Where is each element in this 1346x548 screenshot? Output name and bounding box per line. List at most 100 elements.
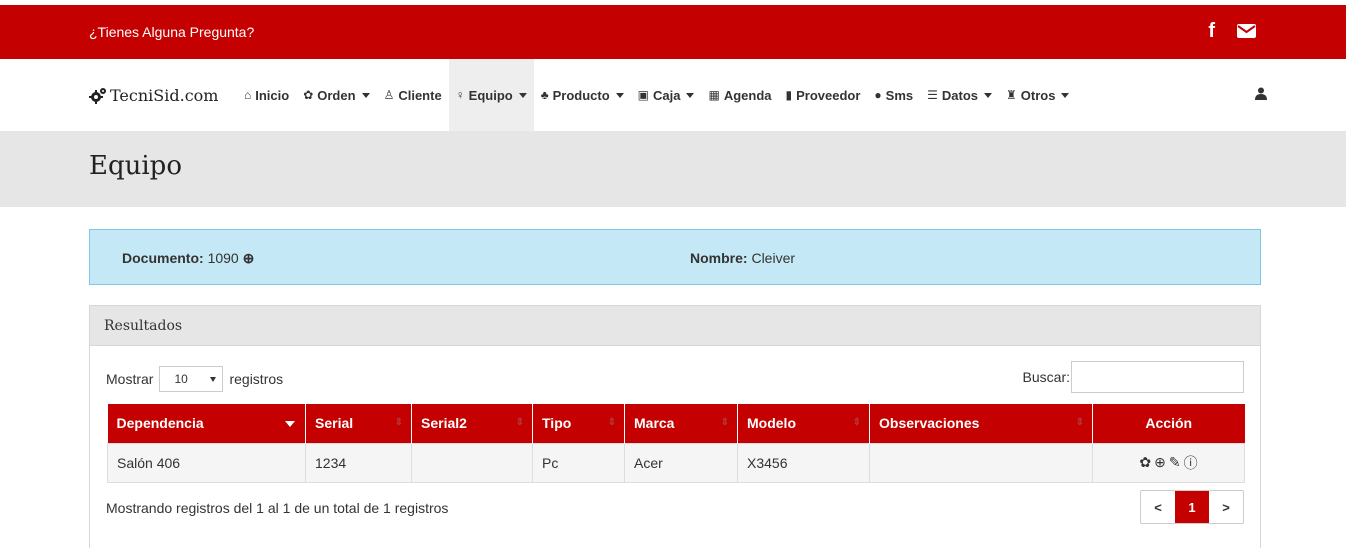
gear-icon[interactable]: ✿ — [1139, 454, 1151, 471]
nav-label: Proveedor — [796, 87, 861, 103]
col-header-observaciones[interactable]: Observaciones ⇕ — [869, 404, 1093, 443]
page-title: Equipo — [89, 151, 182, 181]
col-header-serial2[interactable]: Serial2 ⇕ — [411, 404, 533, 443]
page-size-value: 10 — [174, 372, 188, 386]
user-icon[interactable] — [1255, 87, 1267, 103]
col-header-modelo[interactable]: Modelo ⇕ — [737, 404, 870, 443]
documento-label: Documento: — [122, 250, 204, 266]
nav-item-orden[interactable]: ✿ Orden — [296, 59, 376, 131]
col-header-dependencia[interactable]: Dependencia — [107, 404, 306, 443]
nav-label: Producto — [552, 87, 610, 103]
home-icon: ⌂ — [244, 88, 252, 102]
cell-modelo: X3456 — [737, 442, 870, 483]
nav-label: Cliente — [398, 87, 442, 103]
facebook-icon[interactable]: f — [1208, 21, 1215, 41]
question-text: ¿Tienes Alguna Pregunta? — [89, 24, 255, 40]
col-header-tipo[interactable]: Tipo ⇕ — [532, 404, 625, 443]
chat-icon: ● — [874, 88, 882, 102]
sort-desc-icon — [285, 421, 295, 427]
search-input[interactable] — [1071, 361, 1244, 393]
nav-label: Inicio — [255, 87, 290, 103]
records-info: Mostrando registros del 1 al 1 de un tot… — [106, 500, 449, 516]
col-header-serial[interactable]: Serial ⇕ — [305, 404, 412, 443]
caret-down-icon — [518, 92, 527, 98]
nav-label: Agenda — [723, 87, 772, 103]
nombre-label: Nombre: — [690, 250, 748, 266]
mail-icon[interactable] — [1237, 24, 1256, 38]
page-1-button[interactable]: 1 — [1175, 491, 1209, 523]
sort-icon: ⇕ — [394, 417, 403, 428]
nav-item-proveedor[interactable]: ▮ Proveedor — [778, 59, 867, 131]
sort-icon: ⇕ — [852, 417, 861, 428]
documento-value: 1090 — [207, 250, 239, 266]
gear-icon: ✿ — [303, 88, 314, 102]
list-icon: ☰ — [927, 88, 938, 102]
top-bar: ¿Tienes Alguna Pregunta? f — [0, 5, 1346, 59]
nav-item-caja[interactable]: ▣ Caja — [631, 59, 702, 131]
header-label: Serial — [315, 415, 354, 432]
social-links: f — [1208, 21, 1256, 41]
cell-tipo: Pc — [532, 442, 625, 483]
buscar-label: Buscar: — [1022, 369, 1070, 385]
nav-item-sms[interactable]: ● Sms — [867, 59, 920, 131]
calendar-icon: ▦ — [708, 88, 720, 102]
header-label: Serial2 — [421, 415, 467, 432]
cubes-icon: ♣ — [540, 88, 549, 102]
nav-item-agenda[interactable]: ▦ Agenda — [701, 59, 778, 131]
cell-actions: ✿ ⊕ ✎ ⓘ — [1092, 442, 1245, 483]
registros-label: registros — [229, 371, 284, 387]
nav-label: Orden — [317, 87, 356, 103]
prev-page-button[interactable]: < — [1141, 491, 1175, 523]
search-plus-icon[interactable]: ⊕ — [1154, 454, 1166, 471]
col-header-accion: Acción — [1092, 404, 1245, 443]
nav-label: Sms — [885, 87, 914, 103]
caret-down-icon — [686, 92, 695, 98]
sort-icon: ⇕ — [607, 417, 616, 428]
search-plus-icon[interactable]: ⊕ — [243, 250, 255, 266]
nav-item-datos[interactable]: ☰ Datos — [920, 59, 999, 131]
header-label: Acción — [1145, 415, 1193, 432]
next-page-button[interactable]: > — [1209, 491, 1243, 523]
cell-dependencia: Salón 406 — [107, 442, 306, 483]
lightbulb-icon: ♀ — [455, 88, 465, 102]
building-icon: ▮ — [785, 88, 793, 102]
nav-item-equipo[interactable]: ♀ Equipo — [448, 59, 534, 131]
nombre-field: Nombre: Cleiver — [690, 250, 795, 266]
mostrar-label: Mostrar — [106, 371, 154, 387]
cell-serial: 1234 — [305, 442, 412, 483]
nav-item-producto[interactable]: ♣ Producto — [534, 59, 631, 131]
main-navbar: TecniSid.com ⌂ Inicio ✿ Orden ♙ Cliente ♀ Eq… — [0, 59, 1346, 131]
caret-down-icon — [984, 92, 993, 98]
page-size-control: Mostrar 10 registros — [106, 366, 283, 392]
nav-menu: ⌂ Inicio ✿ Orden ♙ Cliente ♀ Equipo ♣ Product… — [237, 59, 1076, 131]
header-label: Marca — [634, 415, 675, 432]
nombre-value: Cleiver — [751, 250, 796, 266]
caret-down-icon — [361, 92, 370, 98]
brand-name: TecniSid.com — [110, 86, 219, 105]
header-label: Modelo — [747, 415, 796, 432]
panel-heading: Resultados — [90, 306, 1260, 346]
nav-label: Datos — [941, 87, 979, 103]
header-label: Tipo — [542, 415, 572, 432]
cell-serial2 — [411, 442, 533, 483]
person-icon: ♙ — [383, 88, 395, 102]
table-header-row: Dependencia Serial ⇕ Serial2 ⇕ Tipo ⇕ Marca… — [107, 404, 1245, 443]
edit-icon[interactable]: ✎ — [1169, 454, 1181, 471]
sort-icon: ⇕ — [1075, 417, 1084, 428]
col-header-marca[interactable]: Marca ⇕ — [624, 404, 738, 443]
caret-down-icon — [615, 92, 624, 98]
nav-item-otros[interactable]: ♜ Otros — [999, 59, 1076, 131]
brand-logo[interactable]: TecniSid.com — [88, 86, 218, 105]
nav-item-inicio[interactable]: ⌂ Inicio — [237, 59, 296, 131]
nav-label: Caja — [653, 87, 681, 103]
header-label: Observaciones — [879, 415, 980, 432]
page-size-select[interactable]: 10 — [159, 366, 224, 392]
table-row: Salón 406 1234 Pc Acer X3456 ✿ ⊕ ✎ ⓘ — [107, 442, 1245, 483]
page-header: Equipo — [0, 131, 1346, 207]
info-icon[interactable]: ⓘ — [1184, 453, 1198, 473]
select-arrow-icon — [210, 376, 217, 382]
cell-marca: Acer — [624, 442, 738, 483]
search-control: Buscar: — [1023, 361, 1244, 393]
nav-item-cliente[interactable]: ♙ Cliente — [377, 59, 449, 131]
documento-field: Documento: 1090 ⊕ — [122, 250, 254, 267]
